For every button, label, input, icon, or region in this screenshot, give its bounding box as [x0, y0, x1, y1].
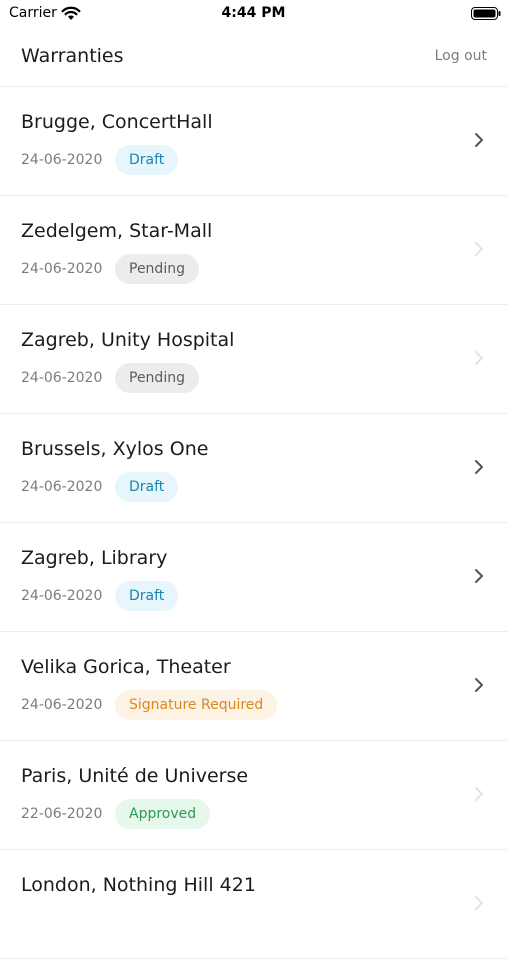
- battery-icon: [471, 7, 501, 20]
- chevron-right-icon: [475, 678, 483, 692]
- page-title: Warranties: [21, 45, 124, 67]
- warranty-title: Zedelgem, Star-Mall: [21, 220, 213, 242]
- warranty-list: Brugge, ConcertHall 24-06-2020 Draft Zedelg…: [0, 87, 507, 959]
- warranty-title: London, Nothing Hill 421: [21, 874, 256, 896]
- navigation-bar: Warranties Log out: [0, 28, 507, 87]
- status-badge: Signature Required: [115, 690, 278, 720]
- warranty-date: 24-06-2020: [21, 479, 103, 495]
- chevron-right-icon: [475, 460, 483, 474]
- chevron-right-icon: [475, 351, 483, 365]
- warranty-date: 24-06-2020: [21, 370, 103, 386]
- chevron-right-icon: [475, 133, 483, 147]
- warranty-row[interactable]: Brussels, Xylos One 24-06-2020 Draft: [0, 414, 507, 523]
- clock: 4:44 PM: [221, 5, 286, 21]
- status-badge: Pending: [115, 254, 199, 284]
- warranty-title: Velika Gorica, Theater: [21, 656, 231, 678]
- warranty-date: 24-06-2020: [21, 261, 103, 277]
- warranty-title: Paris, Unité de Universe: [21, 765, 249, 787]
- status-bar: Carrier 4:44 PM: [0, 0, 507, 28]
- warranty-row[interactable]: Velika Gorica, Theater 24-06-2020 Signatur…: [0, 632, 507, 741]
- warranty-row[interactable]: London, Nothing Hill 421: [0, 850, 507, 959]
- warranty-date: 24-06-2020: [21, 588, 103, 604]
- status-badge: Draft: [115, 472, 179, 502]
- warranty-date: 24-06-2020: [21, 152, 103, 168]
- status-badge: Draft: [115, 145, 179, 175]
- chevron-right-icon: [475, 787, 483, 801]
- status-badge: Draft: [115, 581, 179, 611]
- warranty-title: Zagreb, Unity Hospital: [21, 329, 235, 351]
- warranty-title: Zagreb, Library: [21, 547, 168, 569]
- warranty-title: Brussels, Xylos One: [21, 438, 209, 460]
- logout-button[interactable]: Log out: [435, 48, 487, 64]
- warranty-date: 22-06-2020: [21, 806, 103, 822]
- chevron-right-icon: [475, 242, 483, 256]
- warranty-row[interactable]: Zagreb, Library 24-06-2020 Draft: [0, 523, 507, 632]
- warranty-row[interactable]: Zagreb, Unity Hospital 24-06-2020 Pending: [0, 305, 507, 414]
- warranty-row[interactable]: Zedelgem, Star-Mall 24-06-2020 Pending: [0, 196, 507, 305]
- warranty-title: Brugge, ConcertHall: [21, 111, 213, 133]
- status-badge: Approved: [115, 799, 211, 829]
- warranty-date: 24-06-2020: [21, 697, 103, 713]
- status-badge: Pending: [115, 363, 199, 393]
- chevron-right-icon: [475, 569, 483, 583]
- chevron-right-icon: [475, 896, 483, 910]
- warranty-row[interactable]: Paris, Unité de Universe 22-06-2020 Approv…: [0, 741, 507, 850]
- warranty-row[interactable]: Brugge, ConcertHall 24-06-2020 Draft: [0, 87, 507, 196]
